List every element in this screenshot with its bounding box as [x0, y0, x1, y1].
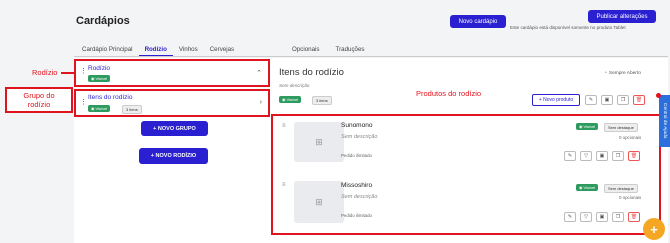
notification-dot	[656, 93, 661, 98]
add-fab-button[interactable]: +	[643, 218, 665, 240]
eye-icon: ◉	[579, 185, 583, 190]
options-count: 0 opcionais	[619, 195, 642, 200]
new-group-button[interactable]: + NOVO GRUPO	[141, 121, 208, 136]
image-icon[interactable]: ▣	[601, 95, 613, 105]
copy-icon[interactable]: ❐	[612, 212, 624, 222]
product-limit: Pedido ilimitado	[341, 153, 372, 158]
drag-handle-icon[interactable]: ⋮	[80, 67, 87, 75]
publish-note: Este cardápio está disponível somente no…	[510, 25, 626, 30]
tab-traducoes[interactable]: Traduções	[330, 46, 371, 53]
copy-icon[interactable]: ❐	[612, 151, 624, 161]
chevron-up-icon[interactable]: ⌃	[256, 69, 262, 77]
availability: ◔ Sempre Aberto	[604, 71, 641, 76]
tab-vinhos[interactable]: Vinhos	[173, 46, 204, 56]
product-image-placeholder[interactable]: ⊞	[294, 122, 344, 162]
tab-cardapio-principal[interactable]: Cardápio Principal	[76, 46, 139, 56]
drag-handle-icon[interactable]: ≡	[282, 123, 286, 129]
clock-icon: ◔	[604, 71, 607, 76]
product-description: Sem descrição	[341, 194, 378, 200]
new-menu-button[interactable]: Novo cardápio	[450, 15, 506, 28]
annotation-grupo-box: Grupo do rodízio	[5, 87, 73, 113]
options-count: 0 opcionais	[619, 135, 642, 140]
eye-icon: ◉	[91, 76, 95, 81]
visible-badge: ◉ Visível	[576, 184, 599, 191]
group-card[interactable]: ⋮ Itens do rodízio ◉ Visível 3 itens ›	[74, 89, 270, 117]
annotation-rodizio: Rodízio	[32, 68, 58, 77]
rodizio-title: Rodízio	[88, 65, 111, 72]
visible-badge: ◉ Visível	[279, 96, 302, 103]
rodizio-card[interactable]: ⋮ Rodízio ◉ Visível ⌃	[74, 59, 270, 87]
product-card[interactable]: ≡ ⊞ Missoshiro Sem descrição Pedido ilim…	[274, 176, 658, 232]
visible-badge: ◉ Visível	[88, 75, 111, 82]
product-name: Sunomono	[341, 122, 373, 129]
tab-cervejas[interactable]: Cervejas	[204, 46, 240, 56]
delete-icon[interactable]: 🗑	[633, 95, 645, 105]
product-description: Sem descrição	[341, 134, 378, 140]
product-image-placeholder[interactable]: ⊞	[294, 181, 344, 223]
tabs-divider	[74, 56, 668, 57]
item-count-badge: 3 itens	[122, 105, 142, 114]
edit-icon[interactable]: ✎	[564, 212, 576, 222]
annotation-arrow	[61, 72, 74, 74]
product-card[interactable]: ≡ ⊞ Sunomono Sem descrição Pedido ilimit…	[274, 117, 658, 171]
page-title: Cardápios	[76, 15, 130, 27]
copy-icon[interactable]: ❐	[617, 95, 629, 105]
publish-button[interactable]: Publicar alterações	[588, 10, 656, 23]
delete-icon[interactable]: 🗑	[628, 151, 640, 161]
new-product-button[interactable]: + Novo produto	[532, 94, 580, 106]
delete-icon[interactable]: 🗑	[628, 212, 640, 222]
annotation-produtos: Produtos do rodízio	[416, 89, 482, 98]
new-rodizio-button[interactable]: + NOVO RODÍZIO	[139, 148, 208, 164]
add-image-icon: ⊞	[315, 196, 323, 207]
visible-badge: ◉ Visível	[88, 105, 111, 112]
eye-icon: ◉	[579, 124, 583, 129]
item-count-badge: 3 itens	[312, 96, 332, 105]
edit-icon[interactable]: ✎	[564, 151, 576, 161]
product-limit: Pedido ilimitado	[341, 213, 372, 218]
eye-icon: ◉	[282, 97, 286, 102]
add-image-icon: ⊞	[315, 136, 323, 147]
drag-handle-icon[interactable]: ⋮	[80, 98, 87, 106]
right-tabs: Opcionais Traduções	[286, 46, 371, 53]
help-center-tab[interactable]: Central de Ajuda	[659, 95, 670, 147]
image-icon[interactable]: ▣	[596, 212, 608, 222]
filter-icon[interactable]: ▽	[580, 151, 592, 161]
product-name: Missoshiro	[341, 182, 373, 189]
highlight-badge: Sem destaque	[604, 123, 638, 132]
tab-opcionais[interactable]: Opcionais	[286, 46, 326, 53]
filter-icon[interactable]: ▽	[580, 212, 592, 222]
tab-rodizio[interactable]: Rodízio	[138, 46, 173, 56]
visible-badge: ◉ Visível	[576, 123, 599, 130]
image-icon[interactable]: ▣	[596, 151, 608, 161]
group-detail-description: Sem descrição	[279, 83, 310, 88]
menu-tabs: Cardápio Principal Rodízio Vinhos Cervej…	[76, 46, 240, 56]
drag-handle-icon[interactable]: ≡	[282, 182, 286, 188]
highlight-badge: Sem destaque	[604, 184, 638, 193]
edit-icon[interactable]: ✎	[585, 95, 597, 105]
group-title: Itens do rodízio	[88, 94, 133, 101]
chevron-right-icon[interactable]: ›	[260, 99, 262, 106]
eye-icon: ◉	[91, 106, 95, 111]
group-detail-title: Itens do rodízio	[279, 67, 344, 78]
